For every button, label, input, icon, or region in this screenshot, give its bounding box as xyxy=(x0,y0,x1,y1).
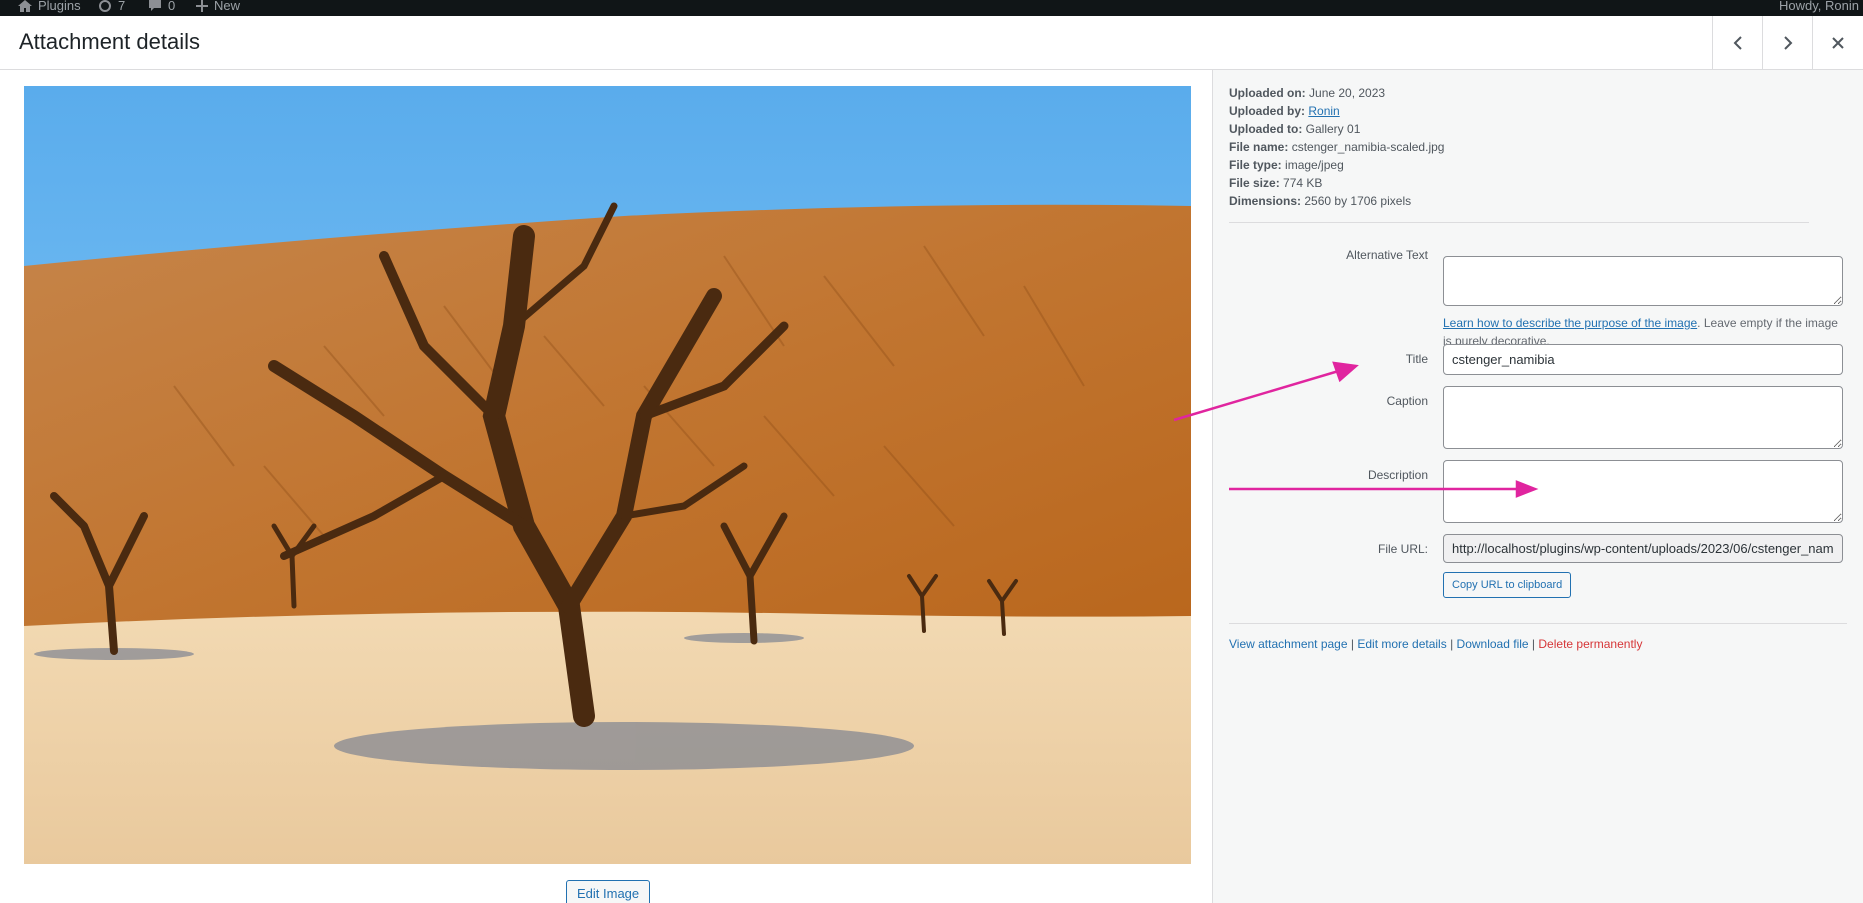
uploaded-on: Uploaded on: June 20, 2023 xyxy=(1229,86,1386,100)
download-file-link[interactable]: Download file xyxy=(1457,637,1529,651)
chevron-right-icon xyxy=(1784,35,1793,50)
plus-icon xyxy=(196,0,208,12)
home-icon xyxy=(18,0,32,12)
image-preview-pane: Edit Image xyxy=(0,70,1213,903)
comments-count: 0 xyxy=(168,0,176,13)
file-meta: Uploaded on: June 20, 2023 Uploaded by: … xyxy=(1229,84,1444,210)
title-field[interactable] xyxy=(1443,344,1843,375)
edit-more-details-link[interactable]: Edit more details xyxy=(1357,637,1446,651)
previous-button[interactable] xyxy=(1712,16,1763,69)
file-size: File size: 774 KB xyxy=(1229,176,1323,190)
updates-icon xyxy=(99,0,111,12)
file-name: File name: cstenger_namibia-scaled.jpg xyxy=(1229,140,1445,154)
separator: | xyxy=(1450,637,1454,651)
copy-url-button[interactable]: Copy URL to clipboard xyxy=(1443,572,1572,598)
alt-text-label: Alternative Text xyxy=(1346,248,1428,262)
admin-bar-comments[interactable]: 0 xyxy=(148,0,175,14)
close-button[interactable] xyxy=(1812,16,1863,69)
title-label: Title xyxy=(1405,352,1428,366)
divider xyxy=(1229,222,1809,223)
alt-help-link[interactable]: Learn how to describe the purpose of the… xyxy=(1443,316,1697,330)
namibia-photo xyxy=(24,86,1191,864)
updates-count: 7 xyxy=(118,0,126,13)
plugins-label: Plugins xyxy=(38,0,81,13)
attachment-actions: View attachment page | Edit more details… xyxy=(1229,637,1642,651)
uploaded-by-link[interactable]: Ronin xyxy=(1308,104,1339,118)
chevron-left-icon xyxy=(1733,35,1742,50)
file-url-label: File URL: xyxy=(1377,542,1428,556)
caption-label: Caption xyxy=(1386,394,1428,408)
howdy-label: Howdy, Ronin xyxy=(1779,0,1859,13)
modal-title: Attachment details xyxy=(19,29,200,54)
new-label: New xyxy=(214,0,241,13)
separator: | xyxy=(1350,637,1354,651)
admin-bar-new[interactable]: New xyxy=(196,0,240,14)
edit-image-button[interactable]: Edit Image xyxy=(566,880,651,903)
description-field[interactable] xyxy=(1443,460,1843,523)
admin-bar-plugins[interactable]: Plugins xyxy=(18,0,81,14)
next-button[interactable] xyxy=(1762,16,1813,69)
admin-bar-account[interactable]: Howdy, Ronin xyxy=(1779,0,1859,14)
dimensions: Dimensions: 2560 by 1706 pixels xyxy=(1229,194,1412,208)
alt-text-field[interactable] xyxy=(1443,256,1843,306)
attachment-modal: Attachment details Edit Image Uploaded o… xyxy=(0,16,1863,903)
uploaded-by: Uploaded by: Ronin xyxy=(1229,104,1340,118)
file-type: File type: image/jpeg xyxy=(1229,158,1344,172)
divider xyxy=(1229,623,1847,624)
attachment-image xyxy=(24,86,1191,864)
modal-header: Attachment details xyxy=(0,16,1863,70)
caption-field[interactable] xyxy=(1443,386,1843,449)
admin-bar: Plugins 7 0 New Howdy, Ronin xyxy=(0,0,1863,16)
file-url-field[interactable] xyxy=(1443,534,1843,563)
attachment-details-pane: Uploaded on: June 20, 2023 Uploaded by: … xyxy=(1213,70,1863,903)
separator: | xyxy=(1531,637,1536,651)
view-attachment-page-link[interactable]: View attachment page xyxy=(1229,637,1348,651)
admin-bar-updates[interactable]: 7 xyxy=(98,0,125,14)
delete-permanently-link[interactable]: Delete permanently xyxy=(1538,637,1642,651)
uploaded-to: Uploaded to: Gallery 01 xyxy=(1229,122,1361,136)
close-icon xyxy=(1832,36,1844,49)
description-label: Description xyxy=(1367,468,1428,482)
comment-icon xyxy=(149,0,161,11)
